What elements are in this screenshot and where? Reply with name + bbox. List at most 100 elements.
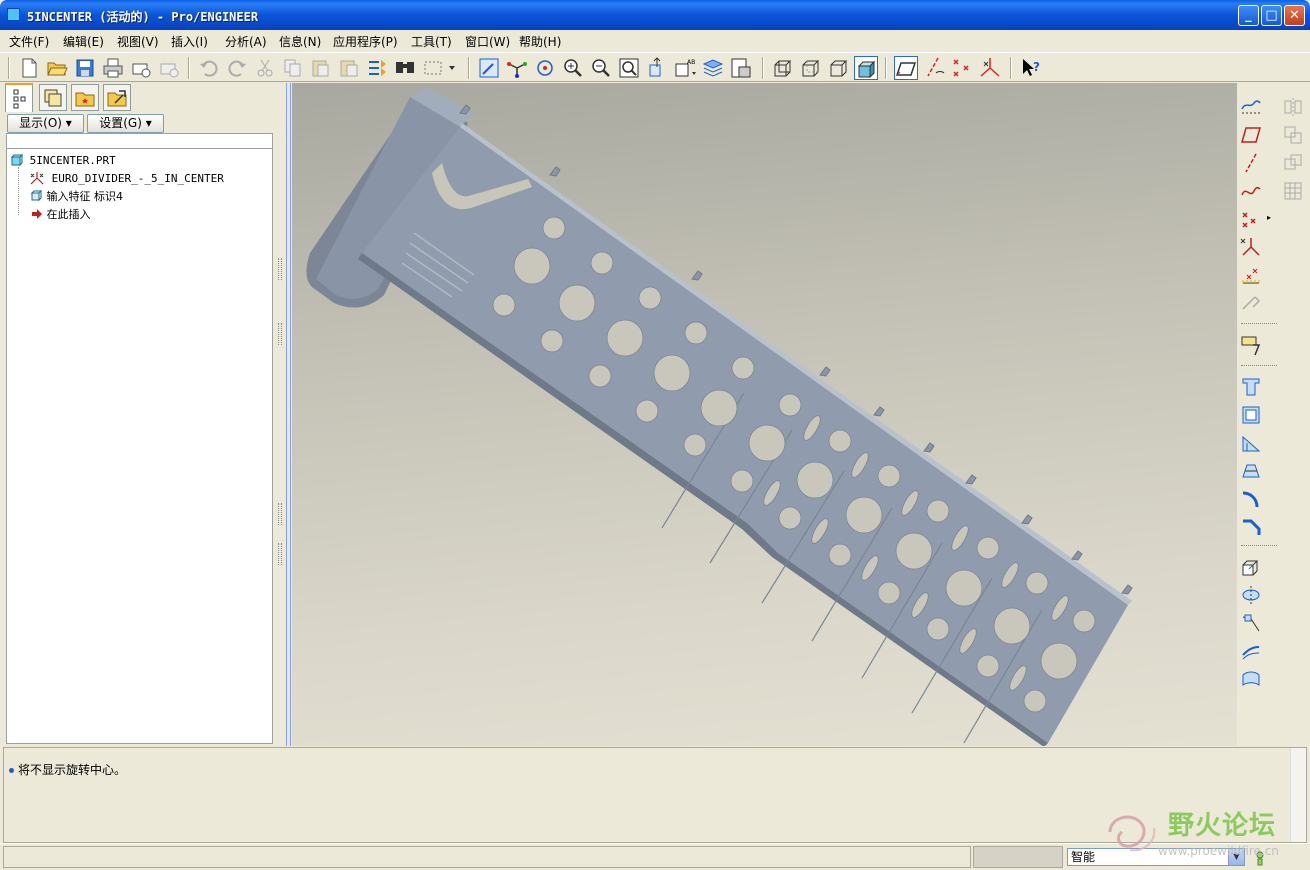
repaint-icon[interactable] [477, 56, 501, 80]
layers-tab[interactable] [39, 84, 67, 111]
splitter-grip [278, 323, 282, 345]
menu-window[interactable]: 窗口(W) [465, 33, 510, 50]
blend-tool-icon[interactable] [1239, 639, 1263, 663]
title-bar: 5INCENTER (活动的) - Pro/ENGINEER _ □ ✕ [0, 0, 1310, 30]
layers-icon[interactable] [701, 56, 725, 80]
send-mail-icon[interactable] [129, 56, 153, 80]
copy-icon [281, 56, 305, 80]
round-tool-icon[interactable] [1239, 487, 1263, 511]
boundary-blend-icon[interactable] [1239, 667, 1263, 691]
toolbar-separator [1241, 323, 1277, 324]
folder-browser-tab[interactable] [103, 84, 131, 111]
zoom-in-icon[interactable] [561, 56, 585, 80]
chevron-right-icon[interactable]: ▸ [1267, 213, 1271, 222]
trim-tool-icon [1281, 151, 1305, 175]
datum-axes-icon[interactable] [922, 56, 946, 80]
svg-text:?: ? [1033, 60, 1040, 74]
menu-edit[interactable]: 编辑(E) [63, 33, 104, 50]
message-line: 将不显示旋转中心。 [9, 761, 126, 778]
menu-view[interactable]: 视图(V) [117, 33, 159, 50]
extrude-tool-icon[interactable] [1239, 555, 1263, 579]
analysis-feature-icon[interactable] [1239, 263, 1263, 287]
navigator-tabs [4, 83, 276, 113]
refit-icon[interactable] [617, 56, 641, 80]
orient-mode-icon[interactable] [533, 56, 557, 80]
saved-views-icon[interactable]: AB [673, 56, 697, 80]
chevron-down-icon: ▾ [145, 116, 152, 130]
import-feature-icon [30, 189, 43, 202]
folder-browser-icon [107, 90, 127, 107]
shell-tool-icon[interactable] [1239, 403, 1263, 427]
spin-center-icon[interactable] [505, 56, 529, 80]
menu-tools[interactable]: 工具(T) [411, 33, 452, 50]
view-manager-icon[interactable] [729, 56, 753, 80]
draft-tool-icon[interactable] [1239, 459, 1263, 483]
datum-plane-tool-icon[interactable] [1239, 123, 1263, 147]
datum-point-tool-icon[interactable] [1239, 207, 1263, 231]
toolbar-separator [762, 57, 764, 79]
layers-tab-icon [44, 89, 62, 107]
csys-tool-icon[interactable] [1239, 235, 1263, 259]
reorient-icon[interactable] [645, 56, 669, 80]
menu-info[interactable]: 信息(N) [279, 33, 321, 50]
feature-toolbar: ▸ [1237, 83, 1310, 746]
settings-dropdown-button[interactable]: 设置(G) ▾ [87, 114, 164, 133]
sketched-datum-curve-icon[interactable] [1239, 95, 1263, 119]
paste-special-icon [337, 56, 361, 80]
zoom-out-icon[interactable] [589, 56, 613, 80]
save-icon[interactable] [73, 56, 97, 80]
mail-disabled-icon [157, 56, 181, 80]
regenerate-icon[interactable] [365, 56, 389, 80]
toolbar-separator [8, 57, 10, 79]
tree-item-part[interactable]: 5INCENTER.PRT [10, 152, 116, 169]
new-icon[interactable] [17, 56, 41, 80]
tree-item-csys[interactable]: EURO_DIVIDER_-_5_IN_CENTER [29, 170, 224, 187]
select-box-icon[interactable] [421, 56, 457, 80]
model-tree-tab[interactable] [5, 83, 33, 112]
datum-points-icon[interactable] [950, 56, 974, 80]
coordinate-systems-icon[interactable] [978, 56, 1002, 80]
undo-icon [197, 56, 221, 80]
rib-tool-icon[interactable] [1239, 431, 1263, 455]
panel-splitter[interactable] [276, 83, 292, 746]
watermark-logo: 野火论坛 www.proewildfire.cn [1100, 802, 1305, 862]
no-hidden-icon[interactable] [827, 56, 851, 80]
message-text: 将不显示旋转中心。 [18, 763, 127, 777]
favorites-tab[interactable] [71, 84, 99, 111]
sweep-tool-icon[interactable] [1239, 611, 1263, 635]
cut-icon [253, 56, 277, 80]
menu-file[interactable]: 文件(F) [9, 33, 49, 50]
sketch-tool-icon[interactable] [1239, 333, 1263, 357]
message-bullet-icon [9, 768, 14, 773]
menu-applications[interactable]: 应用程序(P) [333, 33, 398, 50]
tree-item-import-feature[interactable]: 输入特征 标识4 [29, 188, 123, 205]
hidden-line-icon[interactable] [799, 56, 823, 80]
menu-analysis[interactable]: 分析(A) [225, 33, 267, 50]
show-dropdown-button[interactable]: 显示(O) ▾ [7, 114, 84, 133]
context-help-icon[interactable]: ? [1019, 56, 1043, 80]
revolve-tool-icon[interactable] [1239, 583, 1263, 607]
hole-tool-icon[interactable] [1239, 375, 1263, 399]
find-icon[interactable] [393, 56, 417, 80]
graphics-window[interactable] [292, 83, 1237, 746]
maximize-button[interactable]: □ [1261, 5, 1282, 26]
minimize-button[interactable]: _ [1238, 5, 1259, 26]
wireframe-icon[interactable] [771, 56, 795, 80]
main-toolbar: AB ? [0, 52, 1310, 82]
settings-button-label: 设置(G) [99, 116, 142, 130]
menu-help[interactable]: 帮助(H) [519, 33, 561, 50]
pattern-tool-icon [1281, 179, 1305, 203]
shading-icon[interactable] [854, 56, 878, 80]
redo-icon [225, 56, 249, 80]
print-icon[interactable] [101, 56, 125, 80]
tree-item-insert-here[interactable]: 在此插入 [29, 206, 91, 223]
tree-item-label: 输入特征 标识4 [46, 190, 124, 203]
datum-axis-tool-icon[interactable] [1239, 151, 1263, 175]
open-icon[interactable] [45, 56, 69, 80]
datum-curve-tool-icon[interactable] [1239, 179, 1263, 203]
datum-planes-icon[interactable] [894, 56, 918, 80]
chamfer-tool-icon[interactable] [1239, 515, 1263, 539]
menu-insert[interactable]: 插入(I) [171, 33, 208, 50]
close-button[interactable]: ✕ [1284, 5, 1305, 26]
splitter-grip [278, 503, 282, 525]
